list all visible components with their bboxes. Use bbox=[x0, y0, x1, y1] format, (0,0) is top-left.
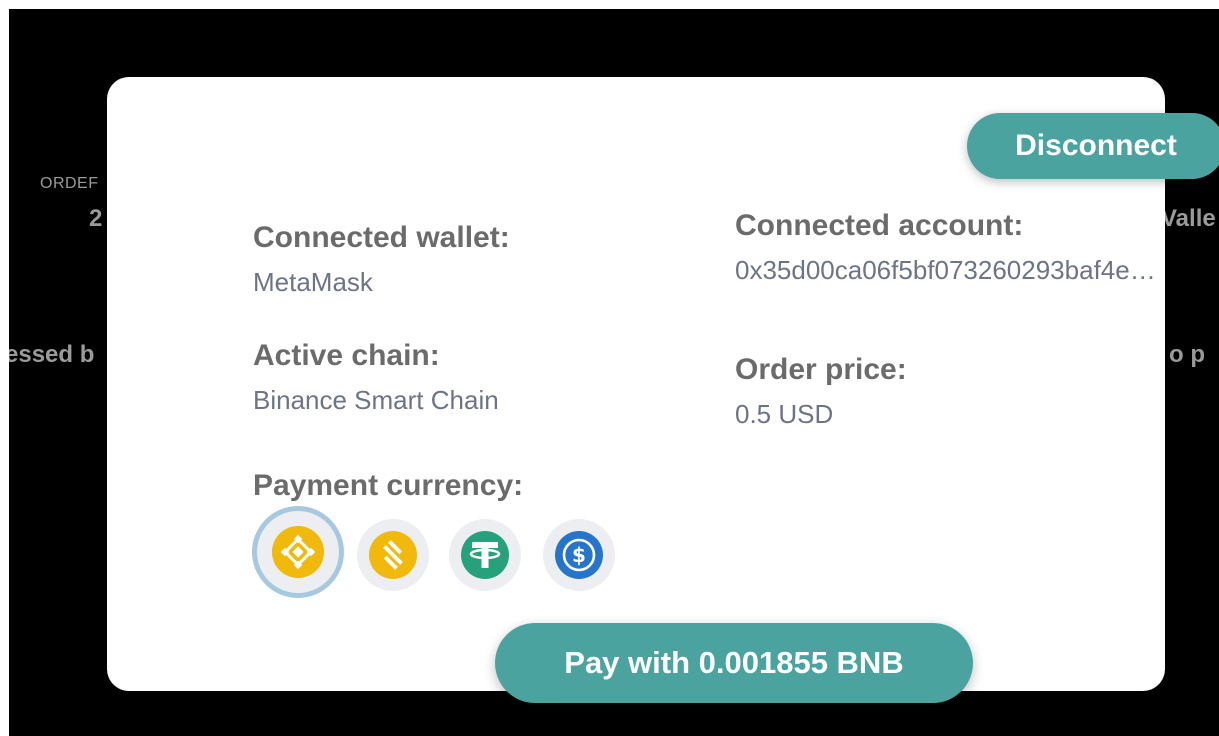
pay-button[interactable]: Pay with 0.001855 BNB bbox=[495, 623, 973, 703]
background-order-value: 2 bbox=[89, 205, 103, 232]
connected-wallet-value: MetaMask bbox=[253, 267, 373, 297]
payment-currency-label: Payment currency: bbox=[253, 469, 524, 502]
currency-option-usdc[interactable]: $ bbox=[543, 519, 615, 591]
background-processed-text: essed b bbox=[9, 341, 95, 368]
active-chain-label: Active chain: bbox=[253, 339, 440, 372]
currency-option-busd[interactable] bbox=[357, 519, 429, 591]
disconnect-button[interactable]: Disconnect bbox=[967, 113, 1219, 179]
currency-option-usdt[interactable] bbox=[449, 519, 521, 591]
svg-text:$: $ bbox=[572, 543, 586, 567]
currency-option-bnb[interactable] bbox=[257, 511, 339, 593]
connected-account-label: Connected account: bbox=[735, 209, 1024, 242]
background-order-label: ORDEF bbox=[40, 175, 99, 192]
active-chain-value: Binance Smart Chain bbox=[253, 385, 499, 415]
background-wallet-text: Valle bbox=[1161, 205, 1216, 232]
wallet-payment-modal: Disconnect Connected wallet: MetaMask Co… bbox=[107, 77, 1219, 703]
order-price-value: 0.5 USD bbox=[735, 399, 834, 429]
background-right-text: o p bbox=[1169, 341, 1205, 368]
order-price-label: Order price: bbox=[735, 353, 907, 386]
connected-account-value: 0x35d00ca06f5bf073260293baf4e… bbox=[735, 255, 1156, 285]
bnb-coin-icon bbox=[272, 526, 324, 578]
busd-coin-icon bbox=[369, 531, 417, 579]
page-backdrop: ORDEF 2 Valle essed b o p Disconnect Con… bbox=[9, 9, 1219, 736]
usdc-coin-icon: $ bbox=[555, 531, 603, 579]
usdt-coin-icon bbox=[461, 531, 509, 579]
connected-wallet-label: Connected wallet: bbox=[253, 221, 510, 254]
